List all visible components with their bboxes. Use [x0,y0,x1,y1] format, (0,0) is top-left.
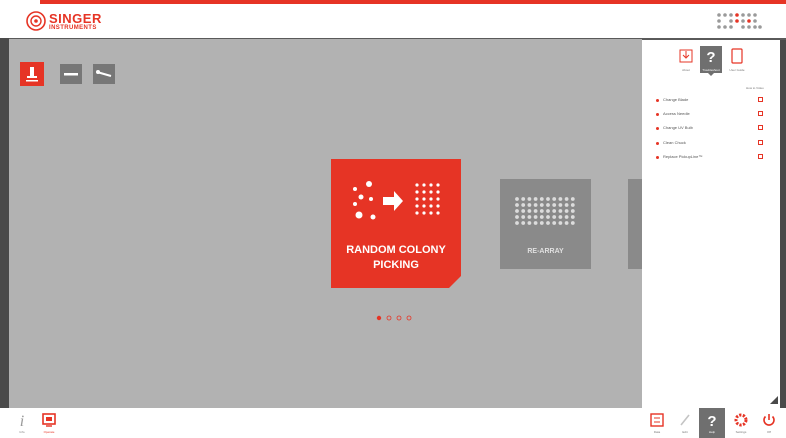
video-icon[interactable] [758,97,763,102]
info-icon: i [20,413,24,430]
bottom-label: Off [767,430,771,434]
bullet-icon [656,127,659,130]
svg-text:?: ? [707,413,716,429]
download-box-icon [679,49,693,63]
edit-button[interactable] [676,411,694,429]
tab-pointer [708,73,714,76]
card-next-partial[interactable] [628,179,642,269]
bottom-label: Settings [735,430,747,434]
top-accent-line [0,0,786,7]
data-icon [650,413,664,427]
help-icon: ? [707,413,716,430]
tab-about[interactable]: About [676,46,696,73]
bottom-label: Info [19,430,25,434]
pager-dot[interactable] [376,315,382,321]
bullet-icon [656,113,659,116]
list-item[interactable]: Change UV Bulb [656,124,768,134]
frame-right [780,40,786,408]
list-item[interactable]: Access Needle [656,110,768,120]
card-corner [449,276,461,288]
bottom-label: Edit [682,430,688,434]
gear-icon [734,413,748,427]
app-header [0,7,786,38]
question-mark-icon: ? [706,49,715,66]
apps-grid-icon[interactable] [716,12,762,32]
tablet-icon [731,48,743,64]
item-label: Clean Chuck [663,140,686,145]
pager-dot[interactable] [386,315,392,321]
video-icon[interactable] [758,154,763,159]
help-button-icon-wrap[interactable]: ? [703,411,721,430]
item-label: Change UV Bulb [663,125,693,130]
brand-name: SINGER [49,11,102,26]
list-item[interactable]: Replace PickupLine™ [656,153,768,163]
pager-dot[interactable] [406,315,412,321]
power-button[interactable] [760,411,778,429]
pin-tool-icon [26,67,38,82]
bullet-icon [656,99,659,102]
tab-label: About [682,68,690,72]
tab-troubleshoot[interactable]: ? Troubleshoot [700,46,722,73]
panel-column-header: How to Video [746,86,764,90]
data-button[interactable] [648,411,666,429]
tab-user-guide[interactable]: User Guide [725,46,749,73]
video-icon[interactable] [758,125,763,130]
item-label: Change Blade [663,97,689,102]
settings-button[interactable] [732,411,750,429]
card-label: RANDOM COLONY PICKING [346,244,446,271]
item-label: Access Needle [663,111,690,116]
power-icon [763,414,775,426]
list-item[interactable]: Clean Chuck [656,139,768,149]
colony-to-array-icon [353,181,440,220]
card-re-array[interactable] [500,179,591,269]
brand-subtitle: INSTRUMENTS [49,25,97,31]
singer-logo-icon [26,11,46,31]
wrench-tool-icon [96,70,112,77]
bottom-label: Data [653,430,661,434]
bar-tool-button[interactable] [60,64,82,84]
bullet-icon [656,142,659,145]
pin-tool-button[interactable] [20,62,44,86]
monitor-icon [42,413,56,427]
pager-dot[interactable] [396,315,402,321]
item-label: Replace PickupLine™ [663,154,703,159]
svg-text:i: i [20,413,24,429]
bullet-icon [656,156,659,159]
wrench-tool-button[interactable] [93,64,115,84]
tab-label: User Guide [729,68,745,72]
bottom-label: Operate [43,430,55,434]
operate-button[interactable] [40,411,58,429]
carousel-pager[interactable] [376,315,416,321]
tab-label: Troubleshoot [702,68,720,72]
list-item[interactable]: Change Blade [656,96,768,106]
video-icon[interactable] [758,111,763,116]
frame-left [0,38,9,408]
pencil-icon [680,414,690,426]
bar-tool-icon [64,73,78,76]
panel-notch [770,396,778,404]
info-button[interactable]: i [13,411,31,430]
video-icon[interactable] [758,140,763,145]
svg-text:?: ? [706,49,715,66]
card-label: RE-ARRAY [527,248,564,255]
bottom-label: Help [708,430,716,434]
array-grid-icon [515,197,575,225]
